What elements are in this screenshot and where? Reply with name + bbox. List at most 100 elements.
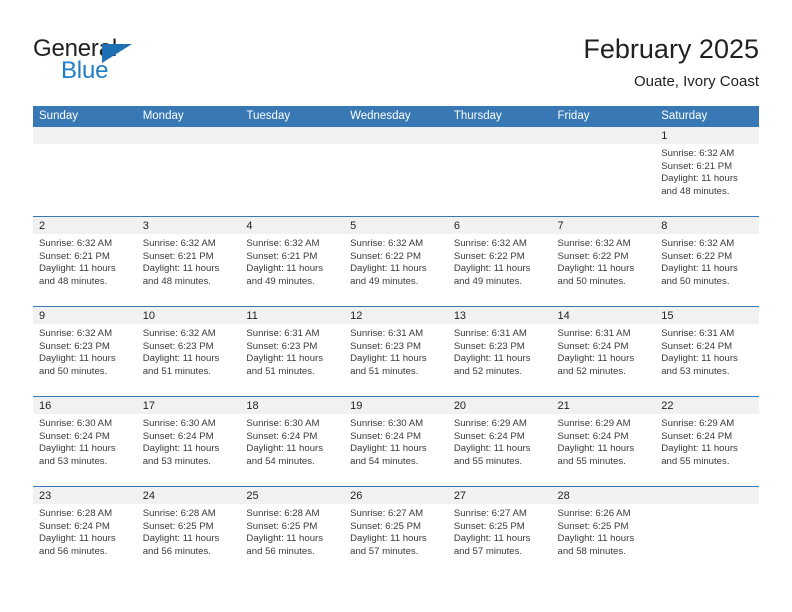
calendar-day-cell[interactable]: 1 Sunrise: 6:32 AM Sunset: 6:21 PM Daylight… <box>655 127 759 217</box>
sunrise-text: Sunrise: 6:29 AM <box>661 418 735 429</box>
sunset-text: Sunset: 6:21 PM <box>246 250 318 262</box>
calendar-day-cell[interactable]: 14 Sunrise: 6:31 AM Sunset: 6:24 PM Dayligh… <box>551 306 656 397</box>
sunset-text: Sunset: 6:24 PM <box>246 430 318 442</box>
calendar-day-cell[interactable]: 20 Sunrise: 6:29 AM Sunset: 6:24 PM Dayligh… <box>447 396 552 487</box>
calendar-day-cell[interactable]: 18 Sunrise: 6:30 AM Sunset: 6:24 PM Dayligh… <box>240 396 345 487</box>
day-number <box>240 127 345 144</box>
calendar-day-cell[interactable]: 19 Sunrise: 6:30 AM Sunset: 6:24 PM Dayligh… <box>344 396 448 487</box>
day-number: 13 <box>447 307 552 324</box>
daylight-text-line1: Daylight: 11 hours <box>39 263 116 275</box>
daylight-text-line1: Daylight: 11 hours <box>557 353 635 365</box>
calendar-day-cell[interactable]: 24 Sunrise: 6:28 AM Sunset: 6:25 PM Dayligh… <box>136 486 241 576</box>
daylight-text-line1: Daylight: 11 hours <box>350 353 427 365</box>
day-number: 19 <box>344 397 448 414</box>
daylight-text-line2: and 51 minutes. <box>142 365 211 377</box>
calendar-day-cell[interactable]: 5 Sunrise: 6:32 AM Sunset: 6:22 PM Daylight… <box>344 216 448 307</box>
sunset-text: Sunset: 6:23 PM <box>39 340 110 352</box>
sunrise-text: Sunrise: 6:28 AM <box>39 508 113 519</box>
sunset-text: Sunset: 6:23 PM <box>246 340 318 352</box>
daylight-text-line2: and 55 minutes. <box>453 455 523 467</box>
calendar-day-cell[interactable]: 21 Sunrise: 6:29 AM Sunset: 6:24 PM Dayligh… <box>551 396 656 487</box>
sunrise-text: Sunrise: 6:32 AM <box>661 238 735 249</box>
sunrise-text: Sunrise: 6:27 AM <box>453 508 527 519</box>
day-number: 7 <box>551 217 656 234</box>
calendar-day-cell-empty <box>136 127 241 217</box>
generalblue-logo[interactable]: General Blue <box>33 36 213 92</box>
day-details: Sunrise: 6:32 AM Sunset: 6:22 PM Daylight:… <box>552 234 656 288</box>
daylight-text-line2: and 55 minutes. <box>557 455 626 467</box>
day-details: Sunrise: 6:31 AM Sunset: 6:23 PM Daylight:… <box>448 324 552 378</box>
sunset-text: Sunset: 6:25 PM <box>350 520 422 532</box>
day-cell-inner: 16 Sunrise: 6:30 AM Sunset: 6:24 PM Dayligh… <box>33 397 137 486</box>
day-cell-inner: 7 Sunrise: 6:32 AM Sunset: 6:22 PM Daylight… <box>551 217 656 306</box>
logo-text-blue: Blue <box>61 57 109 84</box>
daylight-text-line2: and 53 minutes. <box>661 365 730 377</box>
day-details: Sunrise: 6:32 AM Sunset: 6:21 PM Daylight:… <box>33 234 137 288</box>
day-number: 1 <box>655 127 759 144</box>
daylight-text-line2: and 53 minutes. <box>39 455 108 467</box>
calendar-day-cell[interactable]: 9 Sunrise: 6:32 AM Sunset: 6:23 PM Daylight… <box>33 306 137 397</box>
sunset-text: Sunset: 6:23 PM <box>350 340 422 352</box>
day-number: 3 <box>136 217 241 234</box>
sunset-text: Sunset: 6:21 PM <box>39 250 110 262</box>
calendar-day-cell[interactable]: 15 Sunrise: 6:31 AM Sunset: 6:24 PM Dayligh… <box>655 306 759 397</box>
calendar-day-cell[interactable]: 17 Sunrise: 6:30 AM Sunset: 6:24 PM Dayligh… <box>136 396 241 487</box>
daylight-text-line2: and 57 minutes. <box>453 545 523 557</box>
page-title: February 2025 <box>583 34 759 64</box>
day-cell-inner: 13 Sunrise: 6:31 AM Sunset: 6:23 PM Dayligh… <box>447 307 552 396</box>
calendar-day-cell[interactable]: 2 Sunrise: 6:32 AM Sunset: 6:21 PM Daylight… <box>33 216 137 307</box>
daylight-text-line1: Daylight: 11 hours <box>453 263 531 275</box>
calendar-day-cell[interactable]: 11 Sunrise: 6:31 AM Sunset: 6:23 PM Dayligh… <box>240 306 345 397</box>
day-number: 9 <box>33 307 137 324</box>
calendar-day-cell[interactable]: 28 Sunrise: 6:26 AM Sunset: 6:25 PM Dayligh… <box>551 486 656 576</box>
day-details: Sunrise: 6:31 AM Sunset: 6:23 PM Daylight:… <box>344 324 448 378</box>
day-details: Sunrise: 6:32 AM Sunset: 6:22 PM Daylight:… <box>448 234 552 288</box>
calendar-day-cell[interactable]: 26 Sunrise: 6:27 AM Sunset: 6:25 PM Dayligh… <box>344 486 448 576</box>
calendar-day-cell[interactable]: 12 Sunrise: 6:31 AM Sunset: 6:23 PM Dayligh… <box>344 306 448 397</box>
calendar-day-cell[interactable]: 16 Sunrise: 6:30 AM Sunset: 6:24 PM Dayligh… <box>33 396 137 487</box>
calendar-day-cell[interactable]: 25 Sunrise: 6:28 AM Sunset: 6:25 PM Dayligh… <box>240 486 345 576</box>
day-cell-inner: 15 Sunrise: 6:31 AM Sunset: 6:24 PM Dayligh… <box>655 307 759 396</box>
sunrise-text: Sunrise: 6:26 AM <box>557 508 631 519</box>
daylight-text-line1: Daylight: 11 hours <box>661 353 738 365</box>
day-details: Sunrise: 6:32 AM Sunset: 6:21 PM Daylight:… <box>655 144 759 198</box>
daylight-text-line1: Daylight: 11 hours <box>246 533 324 545</box>
daylight-text-line1: Daylight: 11 hours <box>557 263 635 275</box>
sunset-text: Sunset: 6:21 PM <box>661 160 733 172</box>
calendar-day-cell[interactable]: 27 Sunrise: 6:27 AM Sunset: 6:25 PM Dayligh… <box>447 486 552 576</box>
sunset-text: Sunset: 6:22 PM <box>350 250 422 262</box>
sunset-text: Sunset: 6:24 PM <box>557 430 629 442</box>
sunset-text: Sunset: 6:22 PM <box>557 250 629 262</box>
sunset-text: Sunset: 6:24 PM <box>661 430 733 442</box>
calendar-day-cell[interactable]: 7 Sunrise: 6:32 AM Sunset: 6:22 PM Daylight… <box>551 216 656 307</box>
day-details: Sunrise: 6:27 AM Sunset: 6:25 PM Daylight:… <box>344 504 448 558</box>
calendar-day-cell[interactable]: 3 Sunrise: 6:32 AM Sunset: 6:21 PM Daylight… <box>136 216 241 307</box>
daylight-text-line1: Daylight: 11 hours <box>246 353 324 365</box>
calendar-day-cell[interactable]: 10 Sunrise: 6:32 AM Sunset: 6:23 PM Dayligh… <box>136 306 241 397</box>
calendar-day-cell[interactable]: 8 Sunrise: 6:32 AM Sunset: 6:22 PM Daylight… <box>655 216 759 307</box>
sunrise-text: Sunrise: 6:28 AM <box>142 508 216 519</box>
day-cell-inner: 4 Sunrise: 6:32 AM Sunset: 6:21 PM Daylight… <box>240 217 345 306</box>
daylight-text-line1: Daylight: 11 hours <box>142 533 220 545</box>
day-number: 2 <box>33 217 137 234</box>
sunrise-text: Sunrise: 6:32 AM <box>39 238 113 249</box>
calendar-day-cell[interactable]: 6 Sunrise: 6:32 AM Sunset: 6:22 PM Daylight… <box>447 216 552 307</box>
day-cell-inner <box>240 127 345 216</box>
day-number: 15 <box>655 307 759 324</box>
weekday-header-monday: Monday <box>136 106 241 127</box>
calendar-week-row: 2 Sunrise: 6:32 AM Sunset: 6:21 PM Daylight… <box>33 216 759 307</box>
daylight-text-line2: and 56 minutes. <box>39 545 108 557</box>
day-details: Sunrise: 6:31 AM Sunset: 6:23 PM Daylight:… <box>240 324 344 378</box>
calendar-day-cell[interactable]: 22 Sunrise: 6:29 AM Sunset: 6:24 PM Dayligh… <box>655 396 759 487</box>
day-cell-inner: 25 Sunrise: 6:28 AM Sunset: 6:25 PM Dayligh… <box>240 487 345 576</box>
calendar-day-cell-empty <box>344 127 448 217</box>
day-number: 8 <box>655 217 759 234</box>
calendar-day-cell[interactable]: 4 Sunrise: 6:32 AM Sunset: 6:21 PM Daylight… <box>240 216 345 307</box>
calendar-day-cell[interactable]: 13 Sunrise: 6:31 AM Sunset: 6:23 PM Dayligh… <box>447 306 552 397</box>
calendar-day-cell[interactable]: 23 Sunrise: 6:28 AM Sunset: 6:24 PM Dayligh… <box>33 486 137 576</box>
calendar-day-cell-empty <box>240 127 345 217</box>
day-details: Sunrise: 6:27 AM Sunset: 6:25 PM Daylight:… <box>448 504 552 558</box>
daylight-text-line1: Daylight: 11 hours <box>142 263 220 275</box>
sunrise-text: Sunrise: 6:31 AM <box>246 328 320 339</box>
sunrise-text: Sunrise: 6:32 AM <box>142 328 216 339</box>
